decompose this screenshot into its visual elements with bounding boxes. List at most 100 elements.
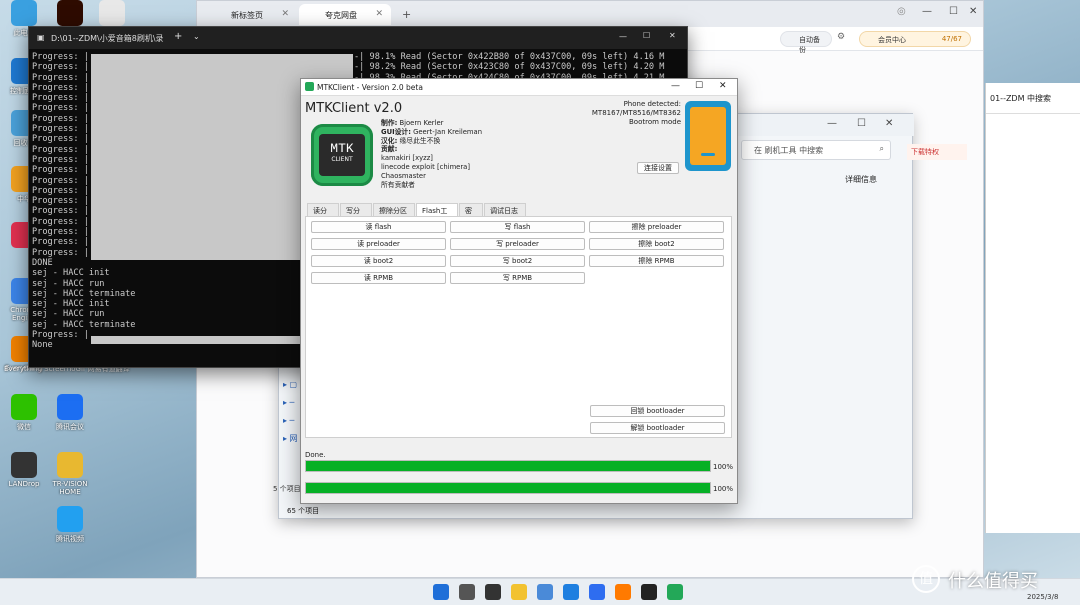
mtkclient-window: MTKClient - Version 2.0 beta — ☐ ✕ MTKCl…	[300, 78, 738, 504]
unlock-bootloader-button[interactable]: 解锁 bootloader	[590, 422, 725, 434]
minimize-icon[interactable]: —	[827, 118, 837, 129]
new-tab-icon[interactable]: +	[174, 31, 182, 42]
credit-line: GUI设计: Geert-Jan Kreileman	[381, 128, 482, 137]
vip-center-button[interactable]: 会员中心 47/67	[859, 31, 971, 47]
close-window-icon[interactable]: ✕	[969, 6, 977, 17]
credit-value: 缘尽此生不换	[397, 136, 441, 145]
maximize-icon[interactable]: ☐	[857, 118, 866, 129]
flash-action-button[interactable]: 写 boot2	[450, 255, 585, 267]
chevron-down-icon[interactable]: ⌄	[193, 32, 200, 41]
close-icon[interactable]: ✕	[281, 9, 289, 19]
tab-new-tab[interactable]: 新标签页 ✕	[205, 4, 297, 25]
progress-bar-1	[305, 460, 711, 472]
start-icon[interactable]	[433, 584, 449, 600]
tab-quark-drive[interactable]: 夸克网盘 ✕	[299, 4, 391, 25]
desktop-icon[interactable]: 微信	[4, 394, 44, 432]
maximize-icon[interactable]: ☐	[643, 31, 650, 40]
credit-value: Geert-Jan Kreileman	[410, 127, 483, 136]
progress-bar-2	[305, 482, 711, 494]
close-icon[interactable]: ✕	[375, 9, 383, 19]
new-tab-icon[interactable]: +	[402, 8, 411, 21]
taskview-icon[interactable]	[485, 584, 501, 600]
logo-subtext: CLIENT	[331, 156, 353, 163]
flash-action-button[interactable]: 读 boot2	[311, 255, 446, 267]
tab-4[interactable]: Flash工具	[416, 203, 458, 225]
close-icon[interactable]: ✕	[669, 31, 676, 40]
desktop-icon[interactable]: LANDrop	[4, 452, 44, 488]
credit-line: 制作: Bjoern Kerler	[381, 119, 482, 128]
details-label: 详细信息	[845, 175, 877, 184]
minimize-icon[interactable]: —	[619, 32, 627, 41]
relock-bootloader-button[interactable]: 回锁 bootloader	[590, 405, 725, 417]
tab-label: 夸克网盘	[325, 11, 357, 20]
desktop-icon[interactable]: 腾讯会议	[50, 394, 90, 432]
maximize-icon[interactable]: ☐	[949, 6, 958, 17]
search-icon[interactable]	[459, 584, 475, 600]
item-count: 5 个项目	[273, 485, 301, 493]
edge-icon[interactable]	[563, 584, 579, 600]
chipset-label: MT8167/MT8516/MT8362	[591, 109, 681, 117]
credit-value: 所有贡献者	[381, 180, 415, 189]
flash-action-button[interactable]: 读 flash	[311, 221, 446, 233]
logo-text: MTK	[330, 141, 354, 156]
watermark-logo-icon: 值	[912, 565, 940, 593]
flash-action-button[interactable]: 擦除 RPMB	[589, 255, 724, 267]
flash-action-button[interactable]: 写 RPMB	[450, 272, 585, 284]
connection-settings-button[interactable]: 连接设置	[637, 162, 679, 174]
nav-tree: ▸ ▢ ▸ ─ ▸ ─ ▸ 网	[283, 380, 298, 443]
desktop-icon-label: 腾讯会议	[56, 423, 84, 431]
mtk-icon[interactable]	[667, 584, 683, 600]
credit-key: 汉化:	[381, 136, 398, 145]
flash-action-button[interactable]: 写 flash	[450, 221, 585, 233]
desktop-icon[interactable]: 腾讯视频	[50, 506, 90, 544]
profile-icon[interactable]: ◎	[897, 6, 906, 17]
credit-line: 所有贡献者	[381, 181, 482, 190]
app-title: MTKClient v2.0	[305, 101, 403, 116]
terminal-icon: ▣	[37, 33, 45, 42]
minimize-icon[interactable]: —	[922, 6, 932, 17]
tab-3[interactable]: 擦除分区	[373, 203, 415, 216]
auto-backup-button[interactable]: 自动备份	[780, 31, 832, 54]
folder-icon[interactable]	[511, 584, 527, 600]
flash-action-button[interactable]: 读 preloader	[311, 238, 446, 250]
terminal-icon[interactable]	[641, 584, 657, 600]
credit-key: 制作:	[381, 119, 398, 127]
details-button[interactable]: 详细信息	[845, 174, 877, 185]
search-placeholder: 在 刷机工具 中搜索	[754, 146, 824, 155]
search-input[interactable]: 在 刷机工具 中搜索 ⌕	[741, 140, 891, 160]
firefox-icon[interactable]	[615, 584, 631, 600]
tab-6[interactable]: 调试日志	[484, 203, 526, 216]
desktop-icon-label: 微信	[17, 423, 31, 431]
credit-line: Chaosmaster	[381, 172, 482, 181]
flash-action-button[interactable]: 读 RPMB	[311, 272, 446, 284]
app-icon	[57, 452, 83, 478]
flash-action-button[interactable]: 擦除 preloader	[589, 221, 724, 233]
flash-action-button[interactable]: 写 preloader	[450, 238, 585, 250]
notes-icon[interactable]	[537, 584, 553, 600]
tab-1[interactable]: 读分区	[307, 203, 339, 225]
progress-label-1: 100%	[713, 463, 734, 471]
tab-2[interactable]: 写分区	[340, 203, 372, 225]
divider	[986, 113, 1080, 114]
app-icon	[305, 82, 314, 91]
desktop-icon[interactable]	[92, 0, 132, 28]
desktop-icon[interactable]	[50, 0, 90, 28]
explorer-secondary: 01--ZDM 中搜索	[985, 83, 1080, 533]
window-title: MTKClient - Version 2.0 beta	[317, 83, 423, 92]
maximize-icon[interactable]: ☐	[695, 81, 703, 91]
app-icon	[11, 0, 37, 26]
download-vip-badge[interactable]: 下载特权	[907, 144, 967, 160]
mtk-titlebar: MTKClient - Version 2.0 beta — ☐ ✕	[301, 79, 737, 96]
tab-5[interactable]: 密钥	[459, 203, 483, 225]
credit-line: 贡献:	[381, 145, 482, 154]
app-icon	[11, 452, 37, 478]
desktop-icon[interactable]: TR-VISION HOME	[50, 452, 90, 496]
close-icon[interactable]: ✕	[719, 81, 727, 91]
settings-icon[interactable]: ⚙	[837, 32, 845, 42]
browser-icon[interactable]	[589, 584, 605, 600]
minimize-icon[interactable]: —	[671, 81, 680, 91]
flash-action-button[interactable]: 擦除 boot2	[589, 238, 724, 250]
credits-list: 制作: Bjoern Kerler GUI设计: Geert-Jan Kreile…	[381, 119, 482, 189]
relock-label: 回锁 bootloader	[630, 407, 685, 415]
close-icon[interactable]: ✕	[885, 118, 893, 129]
